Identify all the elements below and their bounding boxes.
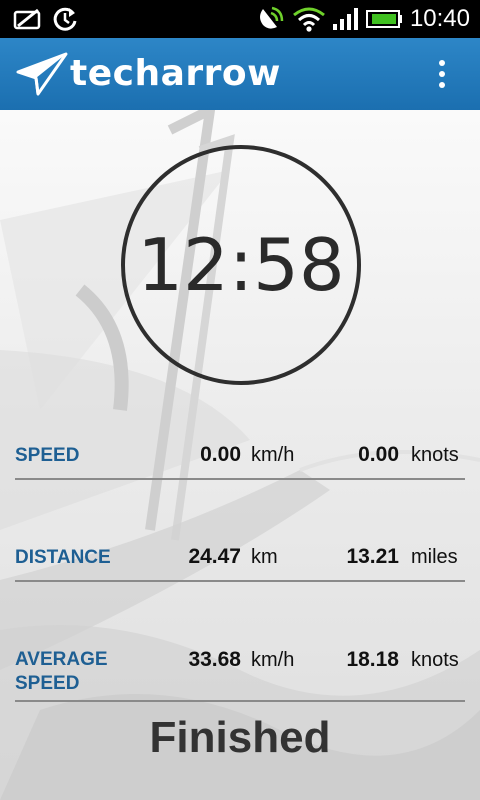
average-speed-knots-value: 18.18: [346, 648, 399, 671]
average-speed-kmh-value: 33.68: [188, 648, 241, 671]
status-bar: 10:40: [0, 0, 480, 38]
location-signal-icon: [254, 0, 286, 38]
distance-miles-value: 13.21: [346, 545, 399, 568]
average-speed-knots-unit: knots: [411, 649, 459, 671]
speed-kmh-unit: km/h: [251, 444, 295, 466]
elapsed-timer: 12:58: [137, 223, 345, 307]
average-speed-row: AVERAGE SPEED 33.68 km/h 18.18 knots: [15, 642, 465, 702]
overflow-menu-icon[interactable]: [432, 60, 452, 94]
speed-kmh-value: 0.00: [200, 443, 241, 466]
average-speed-label-line2: SPEED: [15, 673, 80, 694]
distance-label: DISTANCE: [15, 547, 111, 568]
speed-knots-value: 0.00: [358, 443, 399, 466]
paper-plane-logo-icon: [16, 50, 68, 98]
app-bar: techarrow: [0, 38, 480, 110]
speed-knots-unit: knots: [411, 444, 459, 466]
app-name: techarrow: [70, 53, 281, 94]
sync-icon: [50, 0, 80, 38]
distance-miles-unit: miles: [411, 546, 458, 568]
speed-row: SPEED 0.00 km/h 0.00 knots: [15, 440, 465, 480]
cell-signal-icon: [330, 0, 362, 38]
tracker-content: 12:58 SPEED 0.00 km/h 0.00 knots DISTANC…: [0, 110, 480, 800]
distance-row: DISTANCE 24.47 km 13.21 miles: [15, 542, 465, 582]
clock: 10:40: [409, 5, 470, 32]
screenshot-icon: [10, 0, 46, 38]
distance-km-value: 24.47: [188, 545, 241, 568]
battery-icon: [366, 0, 404, 38]
speed-label: SPEED: [15, 445, 80, 466]
distance-km-unit: km: [251, 546, 278, 568]
tracking-status: Finished: [149, 713, 331, 762]
average-speed-label-line1: AVERAGE: [15, 649, 108, 670]
average-speed-label: AVERAGE SPEED: [15, 648, 108, 696]
wifi-icon: [290, 0, 328, 38]
average-speed-kmh-unit: km/h: [251, 649, 295, 671]
